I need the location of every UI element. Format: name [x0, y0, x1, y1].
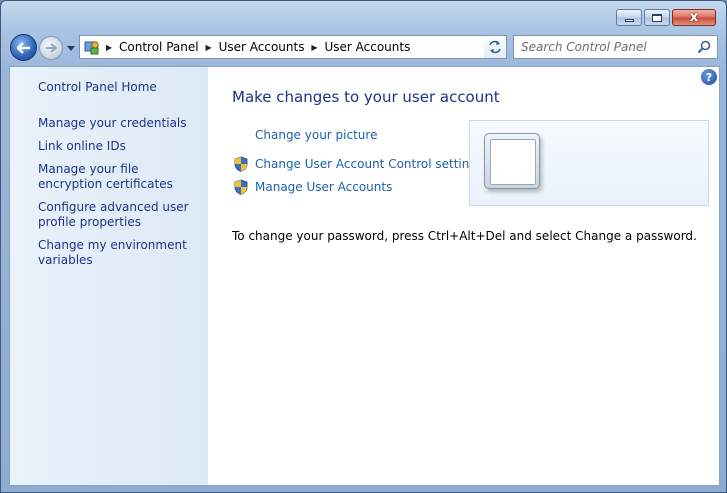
task-label: Change your picture	[255, 128, 378, 142]
sidebar-item-advanced-profile-properties[interactable]: Configure advanced user profile properti…	[38, 200, 203, 230]
task-label: Change User Account Control settings	[255, 157, 484, 171]
main-panel: ? Make changes to your user account Chan…	[209, 67, 719, 485]
control-panel-icon	[84, 41, 99, 55]
password-note: To change your password, press Ctrl+Alt+…	[232, 229, 697, 243]
sidebar: Control Panel Home Manage your credentia…	[10, 67, 208, 485]
search-icon[interactable]	[697, 40, 711, 54]
window: x ▶ Control Panel ▶ User Accounts ▶ User…	[0, 0, 727, 493]
back-button[interactable]	[10, 34, 37, 61]
minimize-icon	[624, 18, 634, 22]
breadcrumb-current[interactable]: User Accounts	[321, 40, 413, 54]
back-arrow-icon	[16, 41, 30, 54]
page-title: Make changes to your user account	[232, 88, 500, 106]
recent-pages-button[interactable]	[65, 42, 77, 54]
minimize-button[interactable]	[616, 9, 642, 26]
content-area: Control Panel Home Manage your credentia…	[9, 66, 720, 486]
sidebar-item-link-online-ids[interactable]: Link online IDs	[38, 139, 203, 154]
user-account-tile	[469, 120, 709, 206]
uac-shield-icon	[234, 179, 248, 195]
breadcrumb-arrow-icon[interactable]: ▶	[202, 43, 216, 52]
manage-user-accounts-link[interactable]: Manage User Accounts	[233, 179, 392, 195]
sidebar-item-manage-credentials[interactable]: Manage your credentials	[38, 116, 203, 131]
sidebar-item-control-panel-home[interactable]: Control Panel Home	[38, 80, 203, 95]
user-picture[interactable]	[484, 133, 540, 189]
task-label: Manage User Accounts	[255, 180, 393, 194]
sidebar-item-file-encryption-certificates[interactable]: Manage your file encryption certificates	[38, 162, 203, 192]
help-icon: ?	[705, 70, 713, 84]
caption-buttons: x	[614, 9, 716, 26]
maximize-button[interactable]	[644, 9, 670, 26]
chevron-down-icon	[67, 45, 75, 51]
close-button[interactable]: x	[672, 9, 716, 26]
breadcrumb-control-panel[interactable]: Control Panel	[116, 40, 202, 54]
maximize-icon	[652, 13, 662, 22]
navigation-bar: ▶ Control Panel ▶ User Accounts ▶ User A…	[1, 33, 726, 63]
change-picture-link[interactable]: Change your picture	[233, 128, 377, 142]
search-box[interactable]	[513, 35, 718, 59]
breadcrumb-arrow-icon[interactable]: ▶	[307, 43, 321, 52]
breadcrumb-arrow-icon[interactable]: ▶	[102, 43, 116, 52]
uac-shield-icon	[234, 156, 248, 172]
title-bar[interactable]: x	[1, 1, 726, 33]
help-button[interactable]: ?	[701, 69, 717, 85]
forward-button[interactable]	[39, 36, 63, 60]
search-input[interactable]	[514, 39, 693, 55]
forward-arrow-icon	[46, 43, 57, 53]
close-icon: x	[689, 10, 699, 25]
change-uac-settings-link[interactable]: Change User Account Control settings	[233, 156, 483, 172]
refresh-icon	[489, 40, 501, 54]
breadcrumb-user-accounts[interactable]: User Accounts	[216, 40, 308, 54]
user-picture-frame	[490, 139, 536, 185]
refresh-button[interactable]	[484, 35, 507, 59]
address-bar[interactable]: ▶ Control Panel ▶ User Accounts ▶ User A…	[79, 35, 507, 59]
sidebar-item-environment-variables[interactable]: Change my environment variables	[38, 238, 203, 268]
